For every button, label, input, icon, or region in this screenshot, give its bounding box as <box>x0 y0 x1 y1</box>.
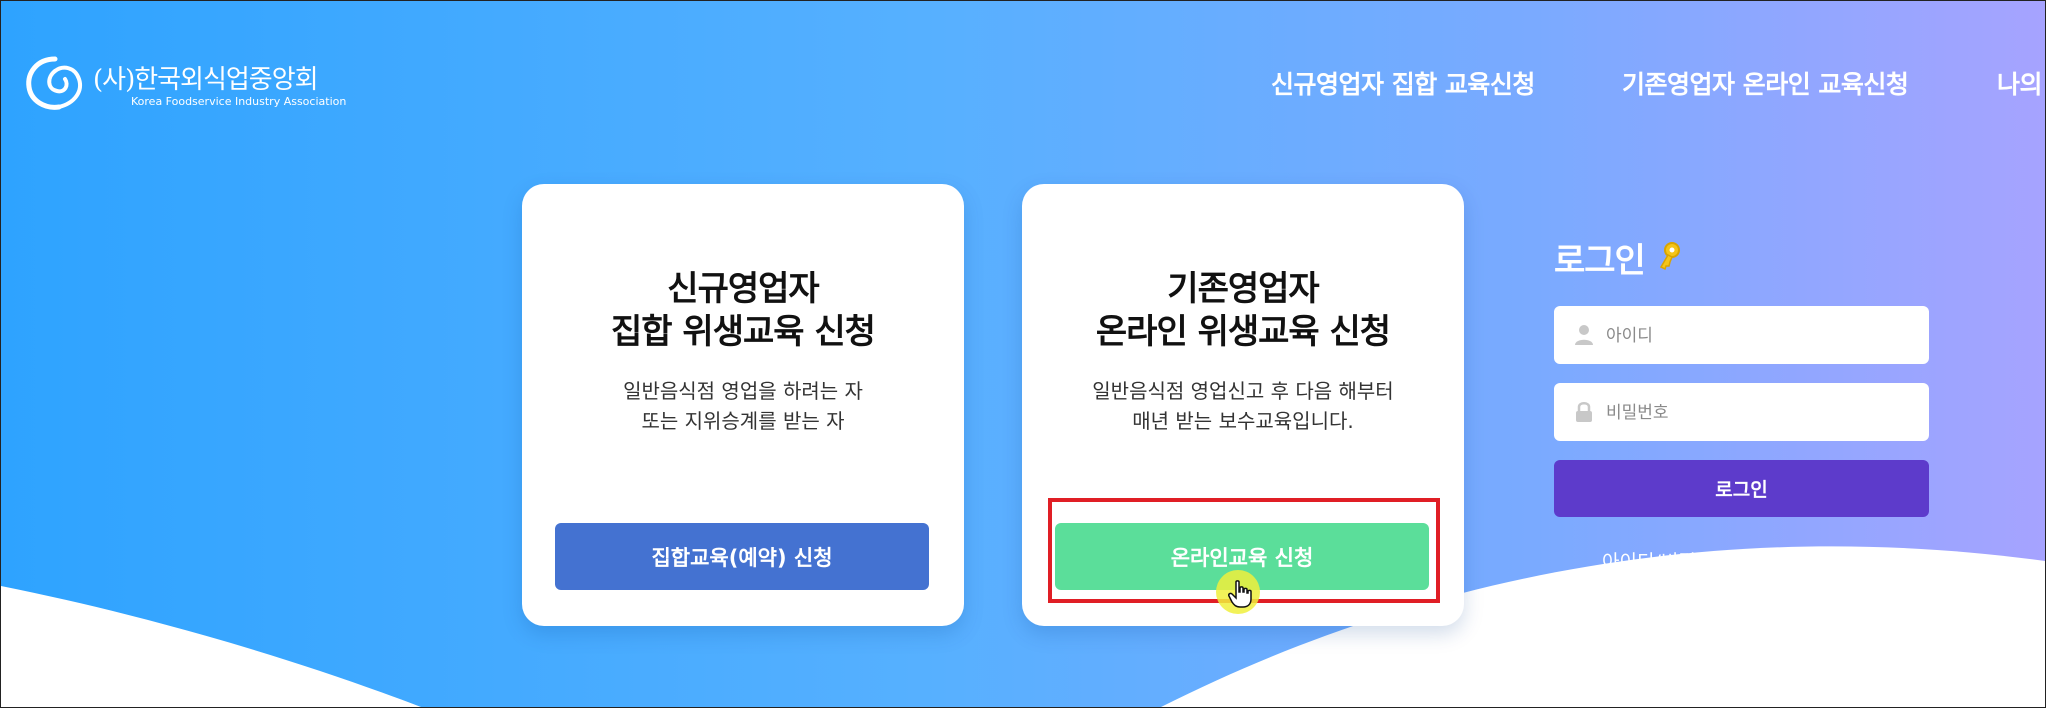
page-frame: (사)한국외식업중앙회 Korea Foodservice Industry A… <box>0 0 2046 708</box>
card-description: 일반음식점 영업을 하려는 자 또는 지위승계를 받는 자 <box>623 379 863 433</box>
login-id-field[interactable] <box>1554 306 1929 366</box>
signup-link[interactable]: 회원가입 <box>1811 551 1881 573</box>
link-separator: • <box>1785 551 1798 573</box>
logo-swirl-icon <box>26 56 82 110</box>
brand-name-korean: (사)한국외식업중앙회 <box>93 65 319 95</box>
nav-item-existing-online-training[interactable]: 기존영업자 온라인 교육신청 <box>1622 65 1909 101</box>
user-icon <box>1575 325 1593 345</box>
hand-pointer-icon <box>1228 580 1252 608</box>
card-title: 기존영업자 온라인 위생교육 신청 <box>1095 269 1391 352</box>
brand-logo[interactable]: (사)한국외식업중앙회 Korea Foodservice Industry A… <box>23 51 346 113</box>
nav-item-my-page[interactable]: 나의 <box>1997 65 2043 101</box>
login-password-field[interactable] <box>1554 383 1929 443</box>
cursor-highlight <box>1216 570 1260 614</box>
password-input[interactable] <box>1604 383 1918 443</box>
card-new-business: 신규영업자 집합 위생교육 신청 일반음식점 영업을 하려는 자 또는 지위승계… <box>522 184 964 626</box>
login-links: 아이디/비밀번호 찾기 • 회원가입 <box>1554 547 1929 574</box>
key-icon <box>1659 242 1680 271</box>
login-button[interactable]: 로그인 <box>1554 460 1929 517</box>
lock-icon <box>1576 402 1592 422</box>
brand-name-english: Korea Foodservice Industry Association <box>131 95 347 108</box>
card-title: 신규영업자 집합 위생교육 신청 <box>611 269 876 352</box>
group-training-apply-button[interactable]: 집합교육(예약) 신청 <box>555 523 929 590</box>
id-input[interactable] <box>1604 306 1918 366</box>
login-title: 로그인 <box>1554 241 1646 281</box>
card-description: 일반음식점 영업신고 후 다음 해부터 매년 받는 보수교육입니다. <box>1092 379 1394 433</box>
find-id-password-link[interactable]: 아이디/비밀번호 찾기 <box>1602 551 1772 573</box>
nav-item-new-business-training[interactable]: 신규영업자 집합 교육신청 <box>1271 65 1535 101</box>
